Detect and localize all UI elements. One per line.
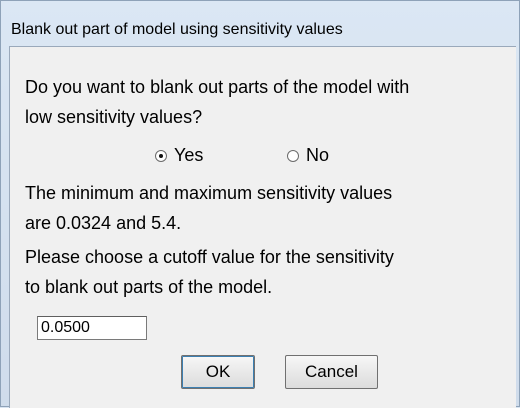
- cutoff-value-input[interactable]: [37, 316, 147, 340]
- info-text-line2: are 0.0324 and 5.4.: [25, 213, 182, 233]
- radio-yes[interactable]: Yes: [155, 145, 203, 166]
- title-bar[interactable]: Blank out part of model using sensitivit…: [1, 1, 520, 41]
- info-text-line1: The minimum and maximum sensitivity valu…: [25, 183, 393, 203]
- info-text-line3: Please choose a cutoff value for the sen…: [25, 247, 394, 267]
- dialog-window: Blank out part of model using sensitivit…: [0, 0, 520, 408]
- ok-button[interactable]: OK: [181, 355, 255, 389]
- question-text-line2: low sensitivity values?: [25, 107, 203, 127]
- info-text-line4: to blank out parts of the model.: [25, 277, 273, 297]
- radio-yes-label[interactable]: Yes: [174, 145, 203, 166]
- radio-checked-icon[interactable]: [155, 149, 167, 162]
- radio-no[interactable]: No: [287, 145, 329, 166]
- question-text-line1: Do you want to blank out parts of the mo…: [25, 77, 410, 97]
- window-title: Blank out part of model using sensitivit…: [11, 21, 343, 38]
- cancel-button[interactable]: Cancel: [285, 355, 378, 389]
- radio-no-label[interactable]: No: [306, 145, 329, 166]
- radio-unchecked-icon[interactable]: [287, 149, 299, 162]
